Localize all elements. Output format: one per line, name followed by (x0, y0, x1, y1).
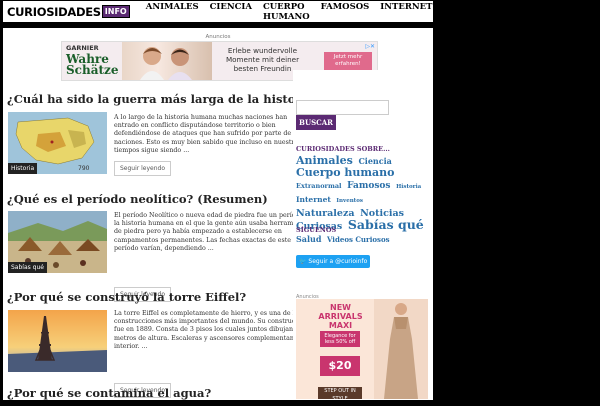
sidebar-ad-shop: STEP OUT IN STYLE (318, 387, 362, 399)
sidebar-ad-price: $20 (320, 356, 360, 376)
eiffel-image (8, 310, 107, 372)
twitter-follow-button[interactable]: 🐦 Seguir a @curioinfo (296, 255, 370, 268)
menu-item-cuerpo-humano[interactable]: CUERPO HUMANO (263, 2, 310, 22)
ad-brand: Wahre Schätze (66, 53, 119, 77)
top-bar: CURIOSIDADES INFO ANIMALES CIENCIA CUERP… (0, 0, 600, 24)
tag-extranormal[interactable]: Extranormal (296, 182, 342, 190)
category-tag[interactable]: Historia (8, 163, 38, 174)
article-excerpt: El período Neolítico o nueva edad de pie… (114, 212, 314, 252)
ad-cta-button[interactable]: Jetzt mehr erfahren! (324, 52, 372, 70)
twitter-follow-label: Seguir a @curioinfo (308, 258, 368, 265)
article-excerpt: A lo largo de la historia humana muchas … (114, 114, 310, 154)
read-more-button[interactable]: Seguir leyendo (114, 161, 171, 176)
nav-bar: CURIOSIDADES INFO ANIMALES CIENCIA CUERP… (3, 1, 492, 22)
tag-salud[interactable]: Salud (296, 234, 321, 244)
search-input[interactable] (296, 100, 389, 115)
topics-heading: CURIOSIDADES SOBRE... (296, 145, 390, 153)
sidebar-ad[interactable]: NEW ARRIVALS MAXI DRESS Elegance for les… (296, 299, 428, 399)
menu-item-animales[interactable]: ANIMALES (146, 2, 199, 22)
tag-sabias-que[interactable]: Sabías qué (348, 217, 424, 232)
ad-brand-small: GARNIER (66, 44, 99, 52)
tag-videos-curiosos[interactable]: Videos Curiosos (327, 235, 390, 244)
menu-item-famosos[interactable]: FAMOSOS (321, 2, 370, 22)
tag-internet[interactable]: Internet (296, 195, 331, 204)
follow-heading: SÍGUENOS (296, 226, 337, 234)
article-thumbnail[interactable]: Sabías qué (8, 211, 107, 273)
tag-famosos[interactable]: Famosos (347, 181, 390, 191)
menu-item-ciencia[interactable]: CIENCIA (210, 2, 252, 22)
tag-inventos[interactable]: Inventos (336, 198, 363, 204)
map-year-label: 790 (78, 165, 90, 172)
dress-model-image (374, 299, 428, 399)
logo-text: CURIOSIDADES (7, 4, 101, 19)
right-background (433, 28, 600, 400)
tag-ciencia[interactable]: Ciencia (358, 156, 391, 166)
ad-brand-line2: Schätze (66, 63, 119, 77)
logo-badge: INFO (101, 5, 130, 18)
ad-close-icon[interactable]: ▷✕ (365, 43, 375, 50)
menu-item-internet[interactable]: INTERNET (380, 2, 432, 22)
ad-photo (122, 42, 212, 80)
sidebar-ad-subline: Elegance for less 50% off (320, 331, 360, 347)
category-tag[interactable]: Sabías qué (8, 262, 47, 273)
menu-item-noticias[interactable]: NOTICIAS (443, 2, 492, 22)
main-menu: ANIMALES CIENCIA CUERPO HUMANO FAMOSOS I… (146, 2, 493, 22)
ad-label: Anuncios (205, 34, 231, 40)
tag-historia[interactable]: Historia (396, 184, 421, 190)
tag-naturaleza[interactable]: Naturaleza (296, 208, 355, 219)
article-excerpt: La torre Eiffel es completamente de hier… (114, 310, 309, 350)
article-thumbnail[interactable]: 790 Historia (8, 112, 107, 174)
article-thumbnail[interactable] (8, 310, 107, 372)
twitter-icon: 🐦 (299, 258, 309, 265)
ad-text: Erlebe wundervolle Momente mit deiner be… (225, 46, 300, 73)
tag-cuerpo-humano[interactable]: Cuerpo humano (296, 166, 395, 179)
site-logo[interactable]: CURIOSIDADES INFO (3, 1, 130, 22)
search-button[interactable]: BUSCAR (296, 115, 336, 130)
